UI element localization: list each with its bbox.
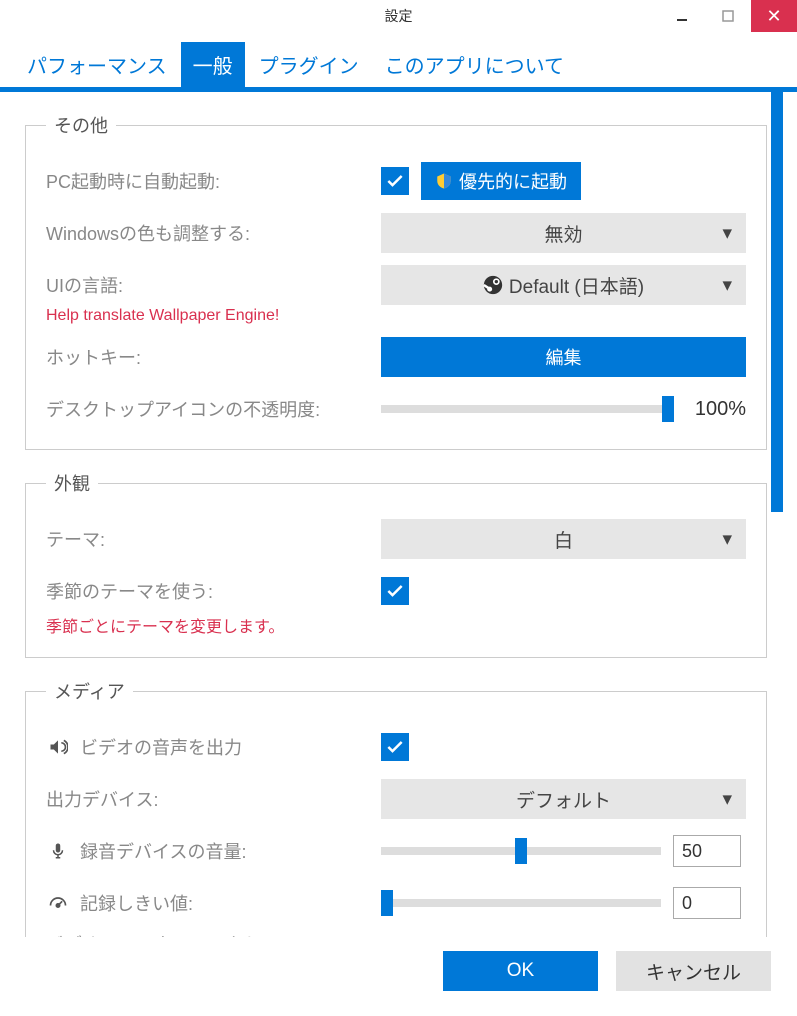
caret-icon: ▾: [722, 222, 732, 245]
section-media-legend: メディア: [46, 678, 133, 704]
section-appearance-legend: 外観: [46, 470, 98, 496]
section-other: その他 PC起動時に自動起動: 優先的に起動 Windowsの色も調整する: 無…: [25, 112, 767, 450]
hw-accel-label: ビデオハードウェアアクセラレーシ: [46, 923, 746, 937]
cancel-button[interactable]: キャンセル: [616, 951, 771, 991]
slider-thumb[interactable]: [515, 838, 527, 864]
gauge-icon: [46, 893, 70, 913]
seasonal-help: 季節ごとにテーマを変更します。: [46, 613, 746, 637]
scrollbar[interactable]: [771, 92, 783, 937]
section-appearance: 外観 テーマ: 白 ▾ 季節のテーマを使う: 季節ごとにテーマを変更します。: [25, 470, 767, 658]
tab-about[interactable]: このアプリについて: [373, 42, 576, 87]
rec-volume-input[interactable]: [673, 835, 741, 867]
rec-volume-label: 録音デバイスの音量:: [80, 838, 246, 864]
rec-volume-slider[interactable]: [381, 847, 661, 855]
shield-icon: [435, 172, 453, 190]
output-device-label: 出力デバイス:: [46, 786, 381, 812]
icon-opacity-value: 100%: [686, 398, 746, 421]
content: その他 PC起動時に自動起動: 優先的に起動 Windowsの色も調整する: 無…: [0, 92, 797, 937]
maximize-button[interactable]: [705, 0, 751, 32]
tab-plugins[interactable]: プラグイン: [247, 42, 371, 87]
seasonal-checkbox[interactable]: [381, 577, 409, 605]
priority-start-label: 優先的に起動: [459, 168, 567, 194]
ui-language-label: UIの言語:: [46, 272, 381, 298]
microphone-icon: [46, 842, 70, 860]
tab-performance[interactable]: パフォーマンス: [15, 42, 179, 87]
slider-thumb[interactable]: [662, 396, 674, 422]
seasonal-label: 季節のテーマを使う:: [46, 578, 381, 604]
threshold-slider[interactable]: [381, 899, 661, 907]
translate-help-link[interactable]: Help translate Wallpaper Engine!: [46, 307, 746, 325]
caret-icon: ▾: [722, 274, 732, 297]
section-media: メディア ビデオの音声を出力 出力デバイス: デフォルト ▾ 録音デバイスの音量…: [25, 678, 767, 937]
priority-start-button[interactable]: 優先的に起動: [421, 162, 581, 200]
windows-color-value: 無効: [544, 220, 582, 247]
threshold-input[interactable]: [673, 887, 741, 919]
icon-opacity-label: デスクトップアイコンの不透明度:: [46, 396, 381, 422]
slider-thumb[interactable]: [381, 890, 393, 916]
hotkey-label: ホットキー:: [46, 344, 381, 370]
windows-color-select[interactable]: 無効 ▾: [381, 213, 746, 253]
tabs: パフォーマンス 一般 プラグイン このアプリについて: [0, 32, 797, 92]
footer: OK キャンセル: [0, 937, 797, 1005]
close-button[interactable]: ✕: [751, 0, 797, 32]
titlebar: 設定 ✕: [0, 0, 797, 32]
output-device-value: デフォルト: [516, 786, 611, 813]
speaker-icon: [46, 737, 70, 757]
hotkey-edit-button[interactable]: 編集: [381, 337, 746, 377]
icon-opacity-slider[interactable]: [381, 405, 674, 413]
output-device-select[interactable]: デフォルト ▾: [381, 779, 746, 819]
video-audio-checkbox[interactable]: [381, 733, 409, 761]
windows-color-label: Windowsの色も調整する:: [46, 220, 381, 246]
theme-value: 白: [554, 526, 573, 553]
video-audio-label: ビデオの音声を出力: [80, 734, 242, 760]
caret-icon: ▾: [722, 788, 732, 811]
window-title: 設定: [385, 6, 413, 26]
window-controls: ✕: [659, 0, 797, 32]
theme-label: テーマ:: [46, 526, 381, 552]
auto-start-checkbox[interactable]: [381, 167, 409, 195]
section-other-legend: その他: [46, 112, 116, 138]
scroll-thumb[interactable]: [771, 92, 783, 512]
ok-button[interactable]: OK: [443, 951, 598, 991]
ui-language-select[interactable]: Default (日本語) ▾: [381, 265, 746, 305]
threshold-label: 記録しきい値:: [80, 890, 193, 916]
caret-icon: ▾: [722, 528, 732, 551]
tab-general[interactable]: 一般: [181, 42, 245, 87]
auto-start-label: PC起動時に自動起動:: [46, 168, 381, 194]
ui-language-value: Default (日本語): [509, 272, 644, 299]
theme-select[interactable]: 白 ▾: [381, 519, 746, 559]
minimize-button[interactable]: [659, 0, 705, 32]
steam-icon: [483, 275, 503, 295]
